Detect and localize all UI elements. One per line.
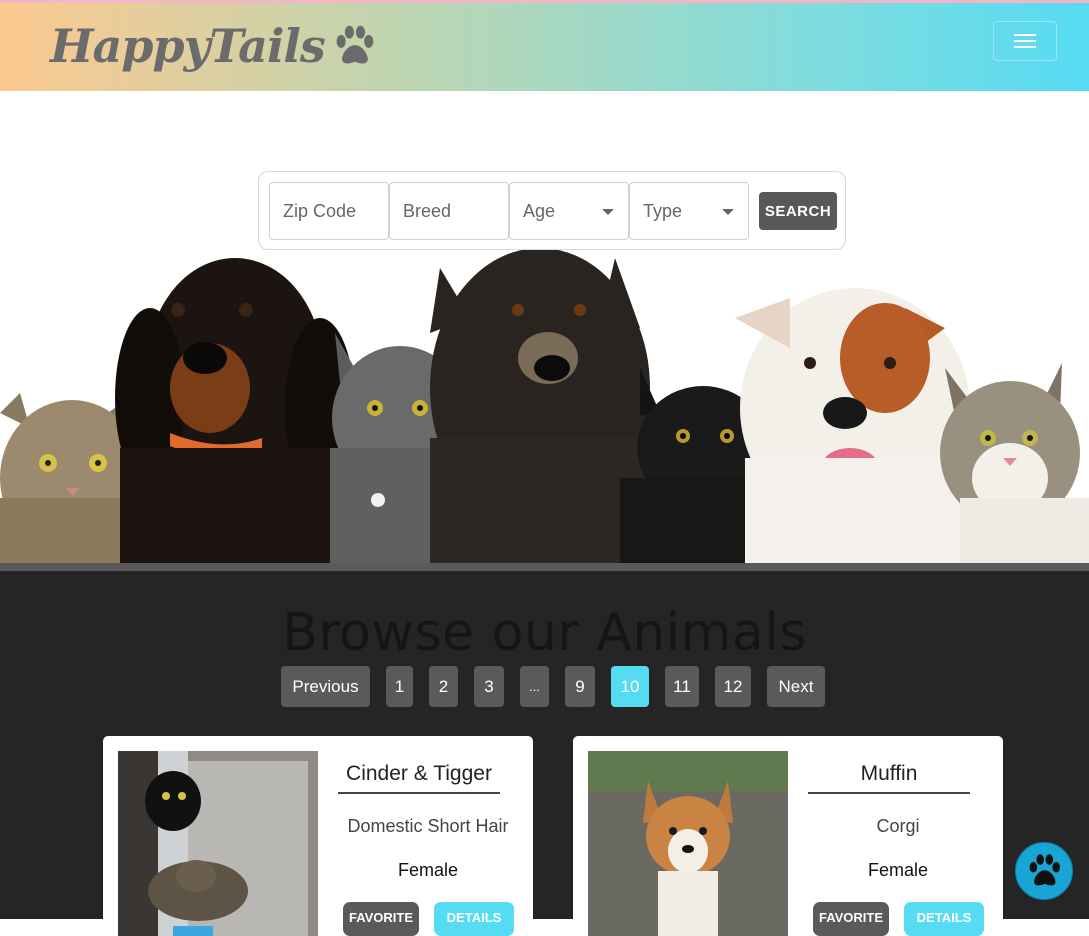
favorite-button[interactable]: FAVORITE [343,902,419,936]
hamburger-menu-icon [1014,34,1036,48]
breed-placeholder: Breed [403,200,452,221]
pagination-page-11[interactable]: 11 [665,666,699,707]
pagination-page-9[interactable]: 9 [565,666,595,707]
browse-title: Browse our Animals [282,603,807,663]
hero-pets-image [0,238,1089,564]
paw-icon [336,25,374,64]
pagination-page-12[interactable]: 12 [715,666,751,707]
pagination-page-10-active[interactable]: 10 [611,666,649,707]
brand-logo[interactable]: HappyTails [50,11,377,81]
animal-breed: Domestic Short Hair [347,816,509,836]
pagination-ellipsis: ... [520,666,549,707]
brand-name: HappyTails [50,19,326,73]
zip-code-placeholder: Zip Code [283,200,357,221]
pagination-previous-button[interactable]: Previous [281,666,370,707]
age-select-label: Age [523,200,556,221]
chevron-down-icon [602,209,614,215]
chevron-down-icon [722,209,734,215]
pagination-page-1[interactable]: 1 [386,666,413,707]
animal-gender: Female [867,860,929,880]
pagination-page-3[interactable]: 3 [474,666,504,707]
animal-card[interactable]: Muffin Corgi Female FAVORITE DETAILS [573,736,1003,936]
pagination-page-2[interactable]: 2 [429,666,458,707]
animal-name: Cinder & Tigger [338,762,500,794]
type-select-label: Type [643,200,683,221]
animal-photo[interactable] [588,751,788,936]
animal-gender: Female [397,860,459,880]
animal-breed: Corgi [876,816,920,836]
details-button[interactable]: DETAILS [904,902,984,936]
search-button[interactable]: SEARCH [759,192,837,230]
type-select[interactable]: Type [629,182,749,240]
breed-input[interactable]: Breed [389,182,509,240]
paw-icon [1029,854,1060,886]
age-select[interactable]: Age [509,182,629,240]
animal-photo[interactable] [118,751,318,936]
search-form: Zip Code Breed Age Type SEARCH [258,171,846,250]
menu-toggle-button[interactable] [993,21,1057,61]
floating-paw-button[interactable] [1015,842,1073,900]
section-divider [0,563,1089,571]
pagination-next-button[interactable]: Next [767,666,825,707]
animal-name: Muffin [808,762,970,794]
details-button[interactable]: DETAILS [434,902,514,936]
favorite-button[interactable]: FAVORITE [813,902,889,936]
animal-card[interactable]: Cinder & Tigger Domestic Short Hair Fema… [103,736,533,936]
navbar: HappyTails [0,3,1089,91]
zip-code-input[interactable]: Zip Code [269,182,389,240]
